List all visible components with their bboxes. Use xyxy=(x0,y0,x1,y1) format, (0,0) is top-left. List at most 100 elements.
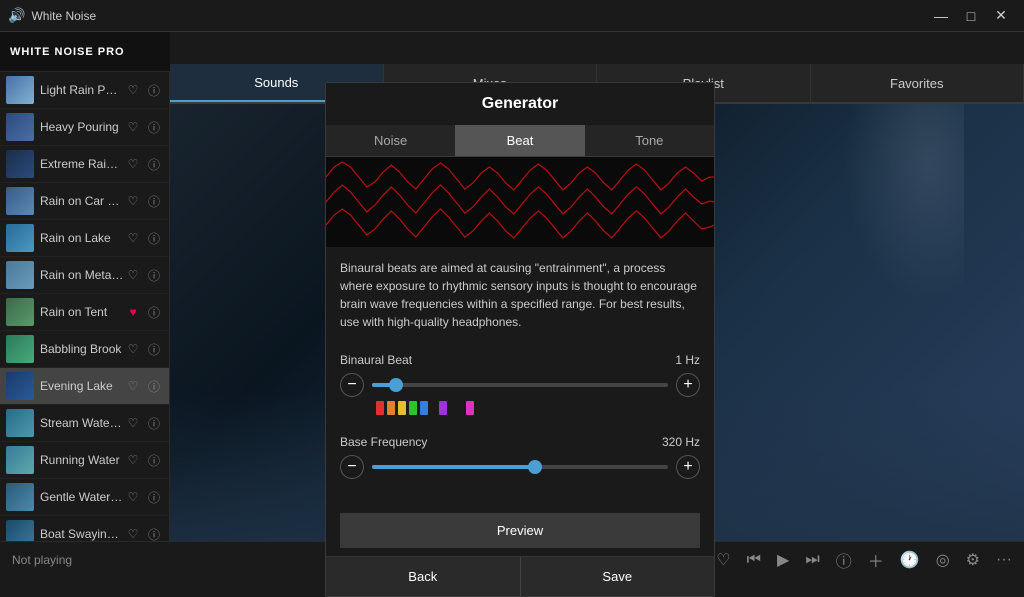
base-freq-increase[interactable]: + xyxy=(676,455,700,479)
sidebar-item-light-rain[interactable]: Light Rain Pouring ♡ ⓘ xyxy=(0,72,169,109)
info-tent[interactable]: ⓘ xyxy=(145,303,163,321)
status-more-btn[interactable]: ··· xyxy=(996,551,1012,569)
base-frequency-header: Base Frequency 320 Hz xyxy=(340,435,700,449)
tab-favorites[interactable]: Favorites xyxy=(811,64,1024,102)
sidebar-item-metal-roof[interactable]: Rain on Metal Roof ♡ ⓘ xyxy=(0,257,169,294)
info-boat[interactable]: ⓘ xyxy=(145,525,163,541)
status-info-btn[interactable]: ⓘ xyxy=(836,548,852,572)
marker-red xyxy=(376,401,384,415)
favorite-metal-roof[interactable]: ♡ xyxy=(124,266,142,284)
status-skip-back-btn[interactable]: ⏮ xyxy=(747,551,761,569)
preview-button[interactable]: Preview xyxy=(340,513,700,548)
status-add-btn[interactable]: ＋ xyxy=(868,548,884,572)
favorite-light-rain[interactable]: ♡ xyxy=(124,81,142,99)
thumb-evening-lake xyxy=(6,372,34,400)
sidebar-item-evening-lake[interactable]: Evening Lake ♡ ⓘ xyxy=(0,368,169,405)
label-stream: Stream Water Flowing xyxy=(40,416,124,430)
thumb-metal-roof xyxy=(6,261,34,289)
binaural-beat-row: Binaural Beat 1 Hz − + xyxy=(340,353,700,419)
base-freq-fill xyxy=(372,465,535,469)
base-frequency-controls: − + xyxy=(340,455,700,479)
binaural-beat-decrease[interactable]: − xyxy=(340,373,364,397)
label-boat: Boat Swaying in Water xyxy=(40,527,124,541)
info-lake[interactable]: ⓘ xyxy=(145,229,163,247)
thumb-running-water xyxy=(6,446,34,474)
thumb-waterfall xyxy=(6,483,34,511)
label-evening-lake: Evening Lake xyxy=(40,379,124,393)
marker-yellow xyxy=(398,401,406,415)
info-waterfall[interactable]: ⓘ xyxy=(145,488,163,506)
thumb-boat xyxy=(6,520,34,541)
minimize-button[interactable]: — xyxy=(926,6,956,26)
sidebar-item-car-roof[interactable]: Rain on Car Roof ♡ ⓘ xyxy=(0,183,169,220)
sidebar-item-heavy-rain[interactable]: Heavy Pouring ♡ ⓘ xyxy=(0,109,169,146)
generator-footer: Back Save xyxy=(326,556,714,596)
maximize-button[interactable]: □ xyxy=(956,6,986,26)
binaural-beat-controls: − + xyxy=(340,373,700,397)
binaural-beat-value: 1 Hz xyxy=(675,353,700,367)
binaural-beat-header: Binaural Beat 1 Hz xyxy=(340,353,700,367)
brand-title: WHITE NOISE PRO xyxy=(10,46,125,58)
waveform-svg xyxy=(326,157,714,247)
close-button[interactable]: ✕ xyxy=(986,6,1016,26)
gen-tab-beat[interactable]: Beat xyxy=(455,125,584,156)
info-running-water[interactable]: ⓘ xyxy=(145,451,163,469)
label-waterfall: Gentle Waterfall xyxy=(40,490,124,504)
base-freq-thumb[interactable] xyxy=(528,460,542,474)
sidebar-item-lake[interactable]: Rain on Lake ♡ ⓘ xyxy=(0,220,169,257)
binaural-beat-increase[interactable]: + xyxy=(676,373,700,397)
sidebar-item-tent[interactable]: Rain on Tent ♥ ⓘ xyxy=(0,294,169,331)
marker-orange xyxy=(387,401,395,415)
favorite-running-water[interactable]: ♡ xyxy=(124,451,142,469)
sidebar-item-stream[interactable]: Stream Water Flowing ♡ ⓘ xyxy=(0,405,169,442)
favorite-brook[interactable]: ♡ xyxy=(124,340,142,358)
info-extreme-rain[interactable]: ⓘ xyxy=(145,155,163,173)
base-freq-track[interactable] xyxy=(372,465,668,469)
favorite-boat[interactable]: ♡ xyxy=(124,525,142,541)
label-car-roof: Rain on Car Roof xyxy=(40,194,124,208)
generator-panel: Generator Noise Beat Tone Binau xyxy=(325,82,715,597)
info-evening-lake[interactable]: ⓘ xyxy=(145,377,163,395)
sidebar-item-running-water[interactable]: Running Water ♡ ⓘ xyxy=(0,442,169,479)
status-settings-btn[interactable]: ⚙ xyxy=(966,550,980,570)
sidebar-item-extreme-rain[interactable]: Extreme Rain Pouring ♡ ⓘ xyxy=(0,146,169,183)
favorite-waterfall[interactable]: ♡ xyxy=(124,488,142,506)
favorite-heavy-rain[interactable]: ♡ xyxy=(124,118,142,136)
gen-tab-tone[interactable]: Tone xyxy=(585,125,714,156)
info-car-roof[interactable]: ⓘ xyxy=(145,192,163,210)
sidebar-item-brook[interactable]: Babbling Brook ♡ ⓘ xyxy=(0,331,169,368)
favorite-stream[interactable]: ♡ xyxy=(124,414,142,432)
thumb-brook xyxy=(6,335,34,363)
favorite-lake[interactable]: ♡ xyxy=(124,229,142,247)
gen-tab-noise[interactable]: Noise xyxy=(326,125,455,156)
sidebar-item-waterfall[interactable]: Gentle Waterfall ♡ ⓘ xyxy=(0,479,169,516)
favorite-evening-lake[interactable]: ♡ xyxy=(124,377,142,395)
info-heavy-rain[interactable]: ⓘ xyxy=(145,118,163,136)
favorite-tent[interactable]: ♥ xyxy=(124,303,142,321)
status-skip-forward-btn[interactable]: ⏭ xyxy=(805,551,819,569)
info-stream[interactable]: ⓘ xyxy=(145,414,163,432)
status-clock-btn[interactable]: 🕐 xyxy=(900,550,920,570)
base-frequency-label: Base Frequency xyxy=(340,435,427,449)
title-bar: 🔊 White Noise — □ ✕ xyxy=(0,0,1024,32)
favorite-extreme-rain[interactable]: ♡ xyxy=(124,155,142,173)
base-freq-decrease[interactable]: − xyxy=(340,455,364,479)
status-heart-btn[interactable]: ♡ xyxy=(716,550,730,570)
generator-title: Generator xyxy=(326,83,714,125)
status-eye-btn[interactable]: ◎ xyxy=(936,550,950,570)
info-light-rain[interactable]: ⓘ xyxy=(145,81,163,99)
marker-green xyxy=(409,401,417,415)
binaural-beat-track[interactable] xyxy=(372,383,668,387)
thumb-lake xyxy=(6,224,34,252)
label-light-rain: Light Rain Pouring xyxy=(40,83,124,97)
sidebar-item-boat[interactable]: Boat Swaying in Water ♡ ⓘ xyxy=(0,516,169,541)
binaural-beat-thumb[interactable] xyxy=(389,378,403,392)
binaural-beat-section: Binaural Beat 1 Hz − + xyxy=(326,343,714,505)
thumb-car-roof xyxy=(6,187,34,215)
thumb-light-rain xyxy=(6,76,34,104)
status-play-btn[interactable]: ▶ xyxy=(777,550,789,570)
label-brook: Babbling Brook xyxy=(40,342,124,356)
favorite-car-roof[interactable]: ♡ xyxy=(124,192,142,210)
info-brook[interactable]: ⓘ xyxy=(145,340,163,358)
info-metal-roof[interactable]: ⓘ xyxy=(145,266,163,284)
